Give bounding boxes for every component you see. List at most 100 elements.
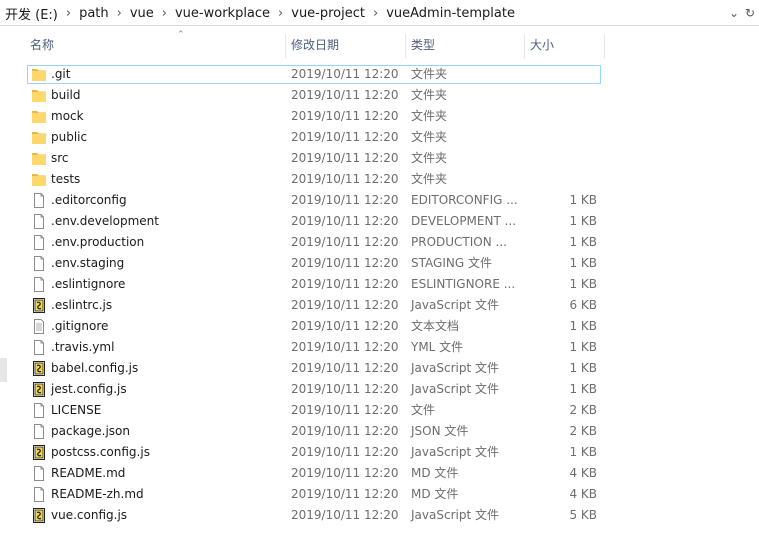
file-row[interactable]: .git 2019/10/11 12:20 文件夹 bbox=[0, 64, 759, 85]
refresh-icon[interactable]: ↻ bbox=[743, 0, 757, 26]
file-icon bbox=[31, 487, 47, 502]
file-name: babel.config.js bbox=[51, 361, 139, 375]
address-bar[interactable]: 开发 (E:) › path › vue › vue-workplace › vue-proje… bbox=[0, 0, 759, 26]
file-row[interactable]: .eslintignore 2019/10/11 12:20 ESLINTIGNOR… bbox=[0, 274, 759, 295]
file-date: 2019/10/11 12:20 bbox=[291, 172, 399, 186]
file-icon bbox=[31, 193, 47, 208]
file-date: 2019/10/11 12:20 bbox=[291, 277, 399, 291]
breadcrumb-item[interactable]: vueAdmin-template bbox=[385, 6, 516, 21]
file-type: ESLINTIGNORE ... bbox=[411, 277, 516, 291]
breadcrumb-item[interactable]: vue-workplace bbox=[174, 6, 271, 21]
file-type: 文件夹 bbox=[411, 130, 448, 144]
file-size: 4 KB bbox=[569, 487, 597, 501]
text-document-icon bbox=[31, 319, 47, 334]
file-name: .eslintrc.js bbox=[51, 298, 113, 312]
column-divider[interactable] bbox=[524, 34, 525, 58]
file-row[interactable]: mock 2019/10/11 12:20 文件夹 bbox=[0, 106, 759, 127]
file-name: .env.production bbox=[51, 235, 145, 249]
file-name: package.json bbox=[51, 424, 131, 438]
file-row[interactable]: .env.production 2019/10/11 12:20 PRODUCTIO… bbox=[0, 232, 759, 253]
file-row[interactable]: README.md 2019/10/11 12:20 MD 文件 4 KB bbox=[0, 463, 759, 484]
file-size: 1 KB bbox=[569, 277, 597, 291]
file-row[interactable]: build 2019/10/11 12:20 文件夹 bbox=[0, 85, 759, 106]
file-size: 1 KB bbox=[569, 256, 597, 270]
file-row[interactable]: .gitignore 2019/10/11 12:20 文本文档 1 KB bbox=[0, 316, 759, 337]
file-date: 2019/10/11 12:20 bbox=[291, 445, 399, 459]
file-size: 1 KB bbox=[569, 319, 597, 333]
file-row[interactable]: .editorconfig 2019/10/11 12:20 EDITORCONFI… bbox=[0, 190, 759, 211]
file-row[interactable]: .eslintrc.js 2019/10/11 12:20 JavaScript 文… bbox=[0, 295, 759, 316]
file-row[interactable]: babel.config.js 2019/10/11 12:20 JavaScrip… bbox=[0, 358, 759, 379]
file-row[interactable]: .env.development 2019/10/11 12:20 DEVELOPM… bbox=[0, 211, 759, 232]
file-row[interactable]: .env.staging 2019/10/11 12:20 STAGING 文件 1 … bbox=[0, 253, 759, 274]
file-name: README.md bbox=[51, 466, 126, 480]
file-date: 2019/10/11 12:20 bbox=[291, 403, 399, 417]
file-row[interactable]: README-zh.md 2019/10/11 12:20 MD 文件 4 KB bbox=[0, 484, 759, 505]
file-row[interactable]: postcss.config.js 2019/10/11 12:20 JavaScr… bbox=[0, 442, 759, 463]
chevron-right-icon[interactable]: › bbox=[162, 6, 167, 21]
navigation-pane-edge[interactable] bbox=[0, 358, 7, 382]
file-name: .env.development bbox=[51, 214, 159, 228]
file-type: 文件夹 bbox=[411, 109, 448, 123]
file-row[interactable]: public 2019/10/11 12:20 文件夹 bbox=[0, 127, 759, 148]
breadcrumb-item[interactable]: 开发 (E:) bbox=[4, 4, 59, 23]
file-type: JavaScript 文件 bbox=[411, 298, 499, 312]
file-type: JSON 文件 bbox=[411, 424, 469, 438]
file-name: .eslintignore bbox=[51, 277, 126, 291]
folder-icon bbox=[31, 88, 47, 103]
file-row[interactable]: LICENSE 2019/10/11 12:20 文件 2 KB bbox=[0, 400, 759, 421]
file-size: 1 KB bbox=[569, 235, 597, 249]
file-row[interactable]: jest.config.js 2019/10/11 12:20 JavaScript… bbox=[0, 379, 759, 400]
file-date: 2019/10/11 12:20 bbox=[291, 319, 399, 333]
folder-icon bbox=[31, 109, 47, 124]
file-type: JavaScript 文件 bbox=[411, 382, 499, 396]
file-name: postcss.config.js bbox=[51, 445, 150, 459]
chevron-right-icon[interactable]: › bbox=[117, 6, 122, 21]
file-name: jest.config.js bbox=[51, 382, 127, 396]
file-type: JavaScript 文件 bbox=[411, 508, 499, 522]
javascript-file-icon bbox=[31, 298, 47, 313]
file-name: README-zh.md bbox=[51, 487, 144, 501]
file-size: 6 KB bbox=[569, 298, 597, 312]
chevron-right-icon[interactable]: › bbox=[278, 6, 283, 21]
file-row[interactable]: package.json 2019/10/11 12:20 JSON 文件 2 KB bbox=[0, 421, 759, 442]
file-type: PRODUCTION ... bbox=[411, 235, 507, 249]
column-headers: 名称 ⌃ 修改日期 类型 大小 bbox=[0, 30, 759, 60]
column-divider[interactable] bbox=[405, 34, 406, 58]
file-icon bbox=[31, 235, 47, 250]
file-row[interactable]: .travis.yml 2019/10/11 12:20 YML 文件 1 KB bbox=[0, 337, 759, 358]
column-header-name[interactable]: 名称 ⌃ bbox=[28, 30, 284, 60]
breadcrumb-item[interactable]: vue bbox=[129, 6, 155, 21]
column-header-type[interactable]: 类型 bbox=[409, 30, 523, 60]
file-date: 2019/10/11 12:20 bbox=[291, 235, 399, 249]
file-name: build bbox=[51, 88, 81, 102]
javascript-file-icon bbox=[31, 382, 47, 397]
file-size bbox=[520, 64, 597, 85]
chevron-down-icon[interactable]: ⌄ bbox=[727, 0, 741, 26]
file-name: .travis.yml bbox=[51, 340, 115, 354]
file-date: 2019/10/11 12:20 bbox=[291, 88, 399, 102]
breadcrumb-item[interactable]: vue-project bbox=[290, 6, 366, 21]
column-divider[interactable] bbox=[285, 34, 286, 58]
file-icon bbox=[31, 256, 47, 271]
column-divider[interactable] bbox=[604, 34, 605, 58]
file-size: 1 KB bbox=[569, 361, 597, 375]
file-row[interactable]: vue.config.js 2019/10/11 12:20 JavaScript … bbox=[0, 505, 759, 526]
column-header-size[interactable]: 大小 bbox=[528, 30, 604, 60]
folder-icon bbox=[31, 67, 47, 82]
chevron-right-icon[interactable]: › bbox=[373, 6, 378, 21]
file-name: .gitignore bbox=[51, 319, 109, 333]
file-date: 2019/10/11 12:20 bbox=[291, 256, 399, 270]
column-header-date[interactable]: 修改日期 bbox=[289, 30, 404, 60]
file-type: 文件夹 bbox=[411, 151, 448, 165]
file-size bbox=[520, 85, 597, 106]
breadcrumb-item[interactable]: path bbox=[78, 6, 110, 21]
file-name: mock bbox=[51, 109, 84, 123]
file-type: JavaScript 文件 bbox=[411, 361, 499, 375]
file-date: 2019/10/11 12:20 bbox=[291, 67, 399, 81]
file-date: 2019/10/11 12:20 bbox=[291, 361, 399, 375]
file-row[interactable]: src 2019/10/11 12:20 文件夹 bbox=[0, 148, 759, 169]
chevron-right-icon[interactable]: › bbox=[66, 6, 71, 21]
file-row[interactable]: tests 2019/10/11 12:20 文件夹 bbox=[0, 169, 759, 190]
file-type: 文件夹 bbox=[411, 67, 448, 81]
